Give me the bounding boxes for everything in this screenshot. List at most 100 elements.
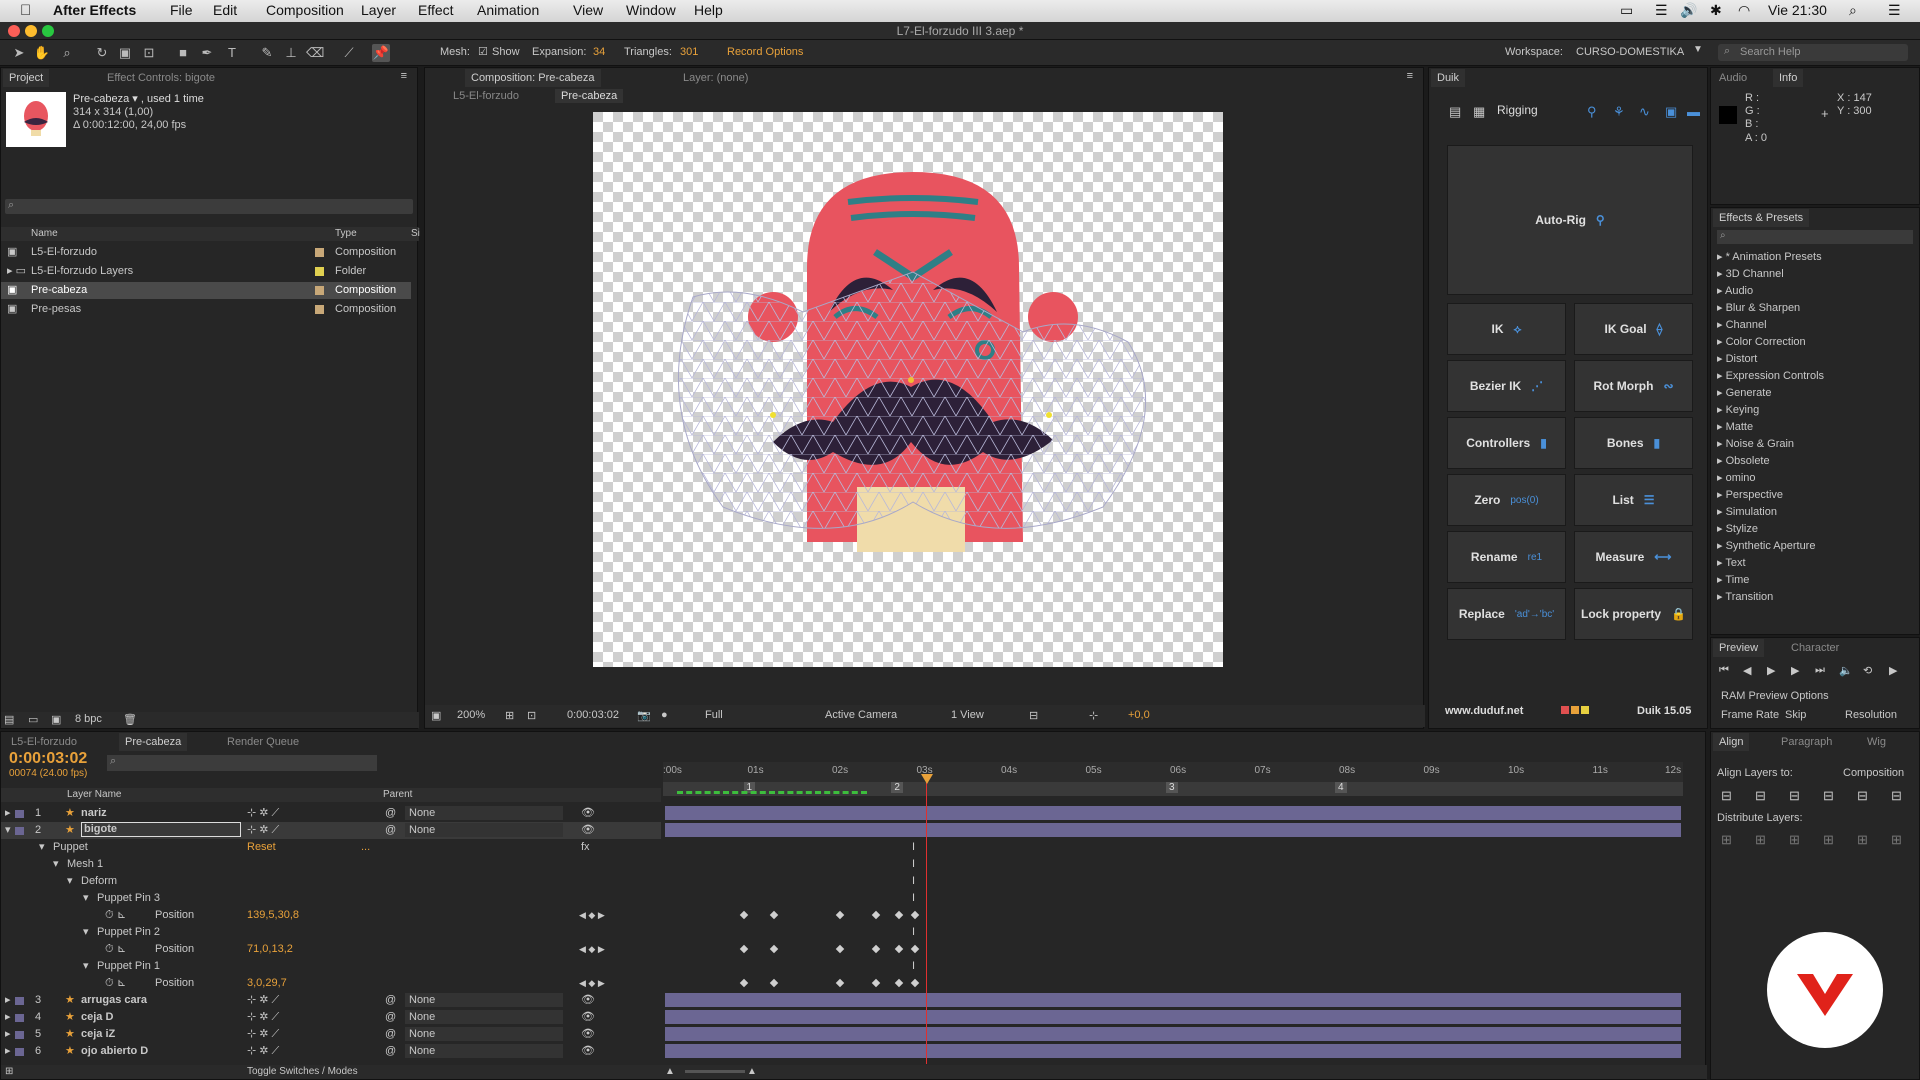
effects-category-item[interactable]: ▸ Stylize (1717, 522, 1758, 535)
menu-window[interactable]: Window (626, 2, 676, 18)
property-group-row[interactable]: ▾ Deform (1, 873, 661, 890)
disclosure-triangle-icon[interactable]: ▾ (83, 958, 89, 975)
tab-info[interactable]: Info (1773, 69, 1804, 87)
view-layout-dropdown[interactable]: 1 View (951, 709, 984, 721)
position-value[interactable]: 139,5,30,8 (247, 907, 299, 924)
visibility-eye-icon[interactable]: 👁 (581, 822, 595, 839)
layer-duration-bar[interactable] (665, 823, 1681, 837)
next-frame-icon[interactable]: ▶ (1791, 664, 1799, 677)
disclosure-triangle-icon[interactable]: ▸ (1717, 455, 1726, 467)
position-value[interactable]: 71,0,13,2 (247, 941, 293, 958)
switches-icon[interactable]: ⊹ ✲ ⟋ (247, 822, 279, 839)
label-color-swatch[interactable] (15, 810, 24, 818)
disclosure-triangle-icon[interactable]: ▸ (5, 805, 11, 822)
mask-visibility-icon[interactable]: ⊡ (527, 709, 536, 722)
comp-marker[interactable]: 4 (1335, 782, 1347, 793)
roto-tool-icon[interactable]: ⟋ (340, 44, 358, 62)
disclosure-triangle-icon[interactable]: ▸ (1717, 370, 1726, 382)
column-parent[interactable]: Parent (383, 789, 412, 800)
project-item[interactable]: ▣ L5-El-forzudo Composition (1, 244, 411, 261)
keyframe[interactable] (739, 944, 749, 954)
keyframe[interactable] (769, 978, 779, 988)
keyframe[interactable] (739, 910, 749, 920)
layer-row[interactable]: ▸ 5 ★ ceja iZ ⊹ ✲ ⟋ @ None 👁 (1, 1026, 661, 1043)
rename-button[interactable]: Rename re1 (1447, 531, 1566, 583)
panel-menu-icon[interactable]: ≡ (401, 70, 407, 82)
first-frame-icon[interactable]: ⏮ (1719, 664, 1729, 677)
visibility-eye-icon[interactable]: 👁 (581, 1026, 595, 1043)
record-options-button[interactable]: Record Options (727, 46, 803, 58)
comp-marker[interactable]: 3 (1166, 782, 1178, 793)
trash-icon[interactable]: 🗑 (123, 713, 137, 726)
effects-category-item[interactable]: ▸ Obsolete (1717, 454, 1770, 467)
project-item[interactable]: ▣ Pre-cabeza Composition (1, 282, 411, 299)
rotate-tool-icon[interactable]: ↻ (93, 44, 111, 62)
exposure-value[interactable]: +0,0 (1128, 709, 1150, 721)
rectangle-tool-icon[interactable]: ■ (174, 44, 192, 62)
distribute-option-icon[interactable]: ⊞ (1721, 832, 1732, 848)
duik-icon-1[interactable]: ▤ (1449, 104, 1461, 120)
layer-row[interactable]: ▸ 6 ★ ojo abierto D ⊹ ✲ ⟋ @ None 👁 (1, 1043, 661, 1060)
zero-button[interactable]: Zero pos(0) (1447, 474, 1566, 526)
keyframe[interactable] (835, 910, 845, 920)
rot-morph-button[interactable]: Rot Morph ∾ (1574, 360, 1693, 412)
switches-icon[interactable]: ⊹ ✲ ⟋ (247, 1026, 279, 1043)
keyframe[interactable] (871, 944, 881, 954)
tab-effects-presets[interactable]: Effects & Presets (1713, 209, 1810, 227)
stopwatch-icon[interactable]: ⏱ (105, 941, 114, 958)
keyframe[interactable] (910, 910, 920, 920)
effects-category-item[interactable]: ▸ omino (1717, 471, 1756, 484)
tab-timeline-pre-cabeza[interactable]: Pre-cabeza (119, 733, 188, 751)
parent-dropdown[interactable]: None (405, 1044, 563, 1058)
disclosure-triangle-icon[interactable]: ▸ (5, 1043, 11, 1060)
disclosure-triangle-icon[interactable]: ▸ (1717, 523, 1726, 535)
menu-edit[interactable]: Edit (213, 2, 237, 18)
volume-icon[interactable]: 🔊 (1680, 2, 1697, 19)
distribute-option-icon[interactable]: ⊞ (1823, 832, 1834, 848)
align-option-icon[interactable]: ⊟ (1789, 788, 1800, 804)
effects-category-item[interactable]: ▸ Keying (1717, 403, 1759, 416)
ram-preview-icon[interactable]: ▶ (1889, 664, 1897, 677)
parent-pickwhip-icon[interactable]: @ (385, 805, 396, 822)
layer-row[interactable]: ▾ 2 ★ bigote ⊹ ✲ ⟋ @ None 👁 (1, 822, 661, 839)
selection-tool-icon[interactable]: ➤ (10, 44, 28, 62)
distribute-option-icon[interactable]: ⊞ (1857, 832, 1868, 848)
duik-icon-7[interactable]: ▬ (1687, 104, 1700, 119)
options-link[interactable]: ... (361, 839, 370, 856)
effects-category-item[interactable]: ▸ Transition (1717, 590, 1773, 603)
disclosure-triangle-icon[interactable]: ▸ (1717, 506, 1726, 518)
keyframe-navigator-icon[interactable]: ◀ ◆ ▶ (579, 975, 605, 992)
tab-timeline-l5[interactable]: L5-El-forzudo (5, 733, 83, 751)
zoom-window-button[interactable] (42, 25, 54, 37)
project-item[interactable]: ▣ Pre-pesas Composition (1, 301, 411, 318)
flowchart-icon[interactable]: ⊹ (1089, 709, 1098, 722)
comp-marker[interactable]: 2 (891, 782, 903, 793)
apple-icon[interactable]:  (20, 2, 31, 19)
expansion-value[interactable]: 34 (593, 46, 605, 58)
keyframe[interactable] (769, 910, 779, 920)
timeline-search-input[interactable]: ⌕ (107, 755, 377, 771)
graph-icon[interactable]: ⊾ (117, 907, 126, 924)
composition-viewer[interactable] (593, 112, 1223, 667)
effects-category-item[interactable]: ▸ Expression Controls (1717, 369, 1824, 382)
keyframe[interactable] (835, 944, 845, 954)
disclosure-triangle-icon[interactable]: ▸ (5, 1009, 11, 1026)
toggle-switches-modes-button[interactable]: Toggle Switches / Modes (247, 1066, 358, 1077)
last-frame-icon[interactable]: ⏭ (1815, 664, 1825, 677)
property-group-row[interactable]: ▾ Puppet Pin 1 (1, 958, 661, 975)
switches-icon[interactable]: ⊹ ✲ ⟋ (247, 1043, 279, 1060)
disclosure-triangle-icon[interactable]: ▸ (1717, 319, 1726, 331)
lock-property-button[interactable]: Lock property 🔒 (1574, 588, 1693, 640)
bezier-ik-button[interactable]: Bezier IK ⋰ (1447, 360, 1566, 412)
panel-menu-icon[interactable]: ≡ (1407, 70, 1413, 82)
tab-wiggler[interactable]: Wig (1861, 733, 1892, 751)
controllers-button[interactable]: Controllers ▮ (1447, 417, 1566, 469)
bones-button[interactable]: Bones ▮ (1574, 417, 1693, 469)
disclosure-triangle-icon[interactable]: ▾ (5, 822, 11, 839)
keyframe[interactable] (871, 978, 881, 988)
pen-tool-icon[interactable]: ✒ (198, 44, 216, 62)
zoom-dropdown[interactable]: 200% (457, 709, 485, 721)
project-item[interactable]: ▸ ▭ L5-El-forzudo Layers Folder (1, 263, 411, 280)
clone-tool-icon[interactable]: ⊥ (282, 44, 300, 62)
project-search-input[interactable]: ⌕ (5, 199, 413, 214)
